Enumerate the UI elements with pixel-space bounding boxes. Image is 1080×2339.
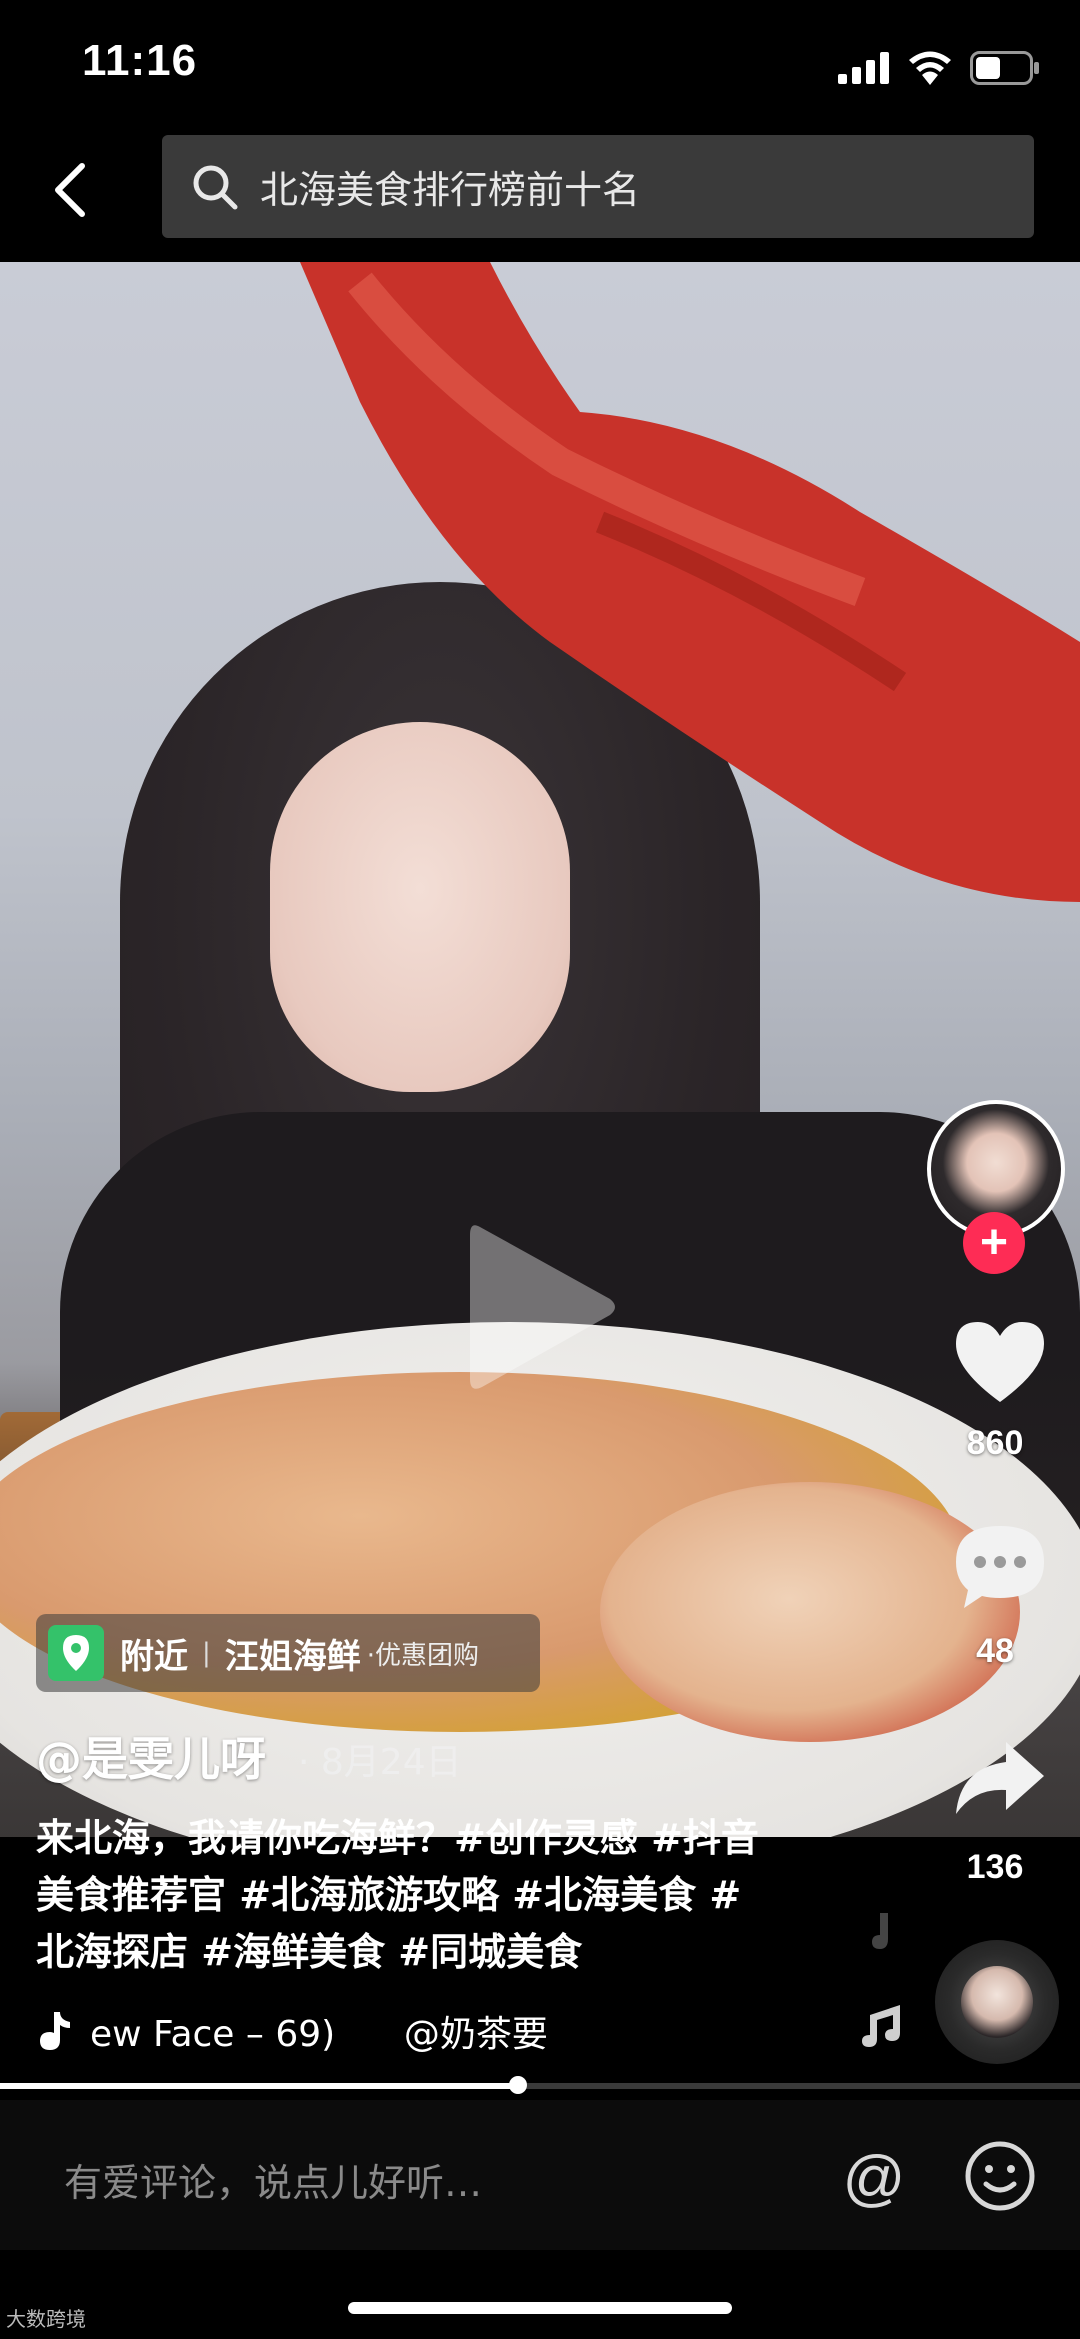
search-bar[interactable]: 北海美食排行榜前十名 xyxy=(162,135,1034,238)
author-name[interactable]: @是雯儿呀 xyxy=(36,1723,266,1789)
music-title: ew Face – 69) @奶茶要 xyxy=(90,2014,548,2055)
search-query: 北海美食排行榜前十名 xyxy=(260,168,641,212)
comment-button[interactable] xyxy=(945,1522,1055,1612)
post-caption[interactable]: 来北海，我请你吃海鲜？#创作灵感 #抖音美食推荐官 #北海旅游攻略 #北海美食 … xyxy=(36,1810,776,1981)
music-disc[interactable] xyxy=(935,1940,1059,2064)
location-tag: 附近 xyxy=(120,1636,188,1677)
location-pin-icon xyxy=(48,1625,104,1681)
signal-icon xyxy=(838,52,889,84)
location-suffix: ·优惠团购 xyxy=(366,1640,480,1671)
emoji-icon[interactable] xyxy=(962,2138,1038,2214)
music-row[interactable]: ew Face – 69) @奶茶要 xyxy=(36,2005,548,2057)
comment-icon xyxy=(956,1526,1044,1608)
location-chip[interactable]: 附近 | 汪姐海鲜 ·优惠团购 xyxy=(36,1614,540,1692)
comment-input[interactable]: 有爱评论，说点儿好听… xyxy=(64,2152,482,2207)
back-icon xyxy=(55,163,85,217)
music-note-icon xyxy=(40,2012,70,2050)
search-icon xyxy=(193,165,238,209)
watermark: 大数跨境 xyxy=(6,2307,86,2331)
home-indicator xyxy=(348,2302,732,2314)
play-icon[interactable] xyxy=(460,1217,620,1397)
back-button[interactable] xyxy=(40,150,100,230)
lobster-claw xyxy=(300,262,1080,902)
post-date: · 8月24日 xyxy=(298,1742,462,1783)
share-button[interactable] xyxy=(945,1738,1055,1818)
location-name: 汪姐海鲜 xyxy=(224,1636,361,1677)
share-icon xyxy=(956,1742,1044,1814)
progress-fill xyxy=(0,2083,519,2089)
progress-knob[interactable] xyxy=(509,2076,528,2094)
wifi-icon xyxy=(909,51,951,85)
status-icons xyxy=(838,48,1040,88)
floating-notes-icon xyxy=(862,1913,900,2047)
like-button[interactable] xyxy=(945,1318,1055,1404)
status-time: 11:16 xyxy=(82,36,198,85)
battery-icon xyxy=(970,51,1039,85)
follow-button[interactable]: + xyxy=(963,1212,1025,1274)
video-player[interactable] xyxy=(0,262,1080,1837)
comment-count: 48 xyxy=(976,1632,1014,1670)
heart-icon xyxy=(956,1322,1044,1402)
like-count: 860 xyxy=(966,1424,1024,1462)
share-count: 136 xyxy=(966,1848,1024,1886)
at-icon[interactable]: @ xyxy=(836,2140,912,2216)
